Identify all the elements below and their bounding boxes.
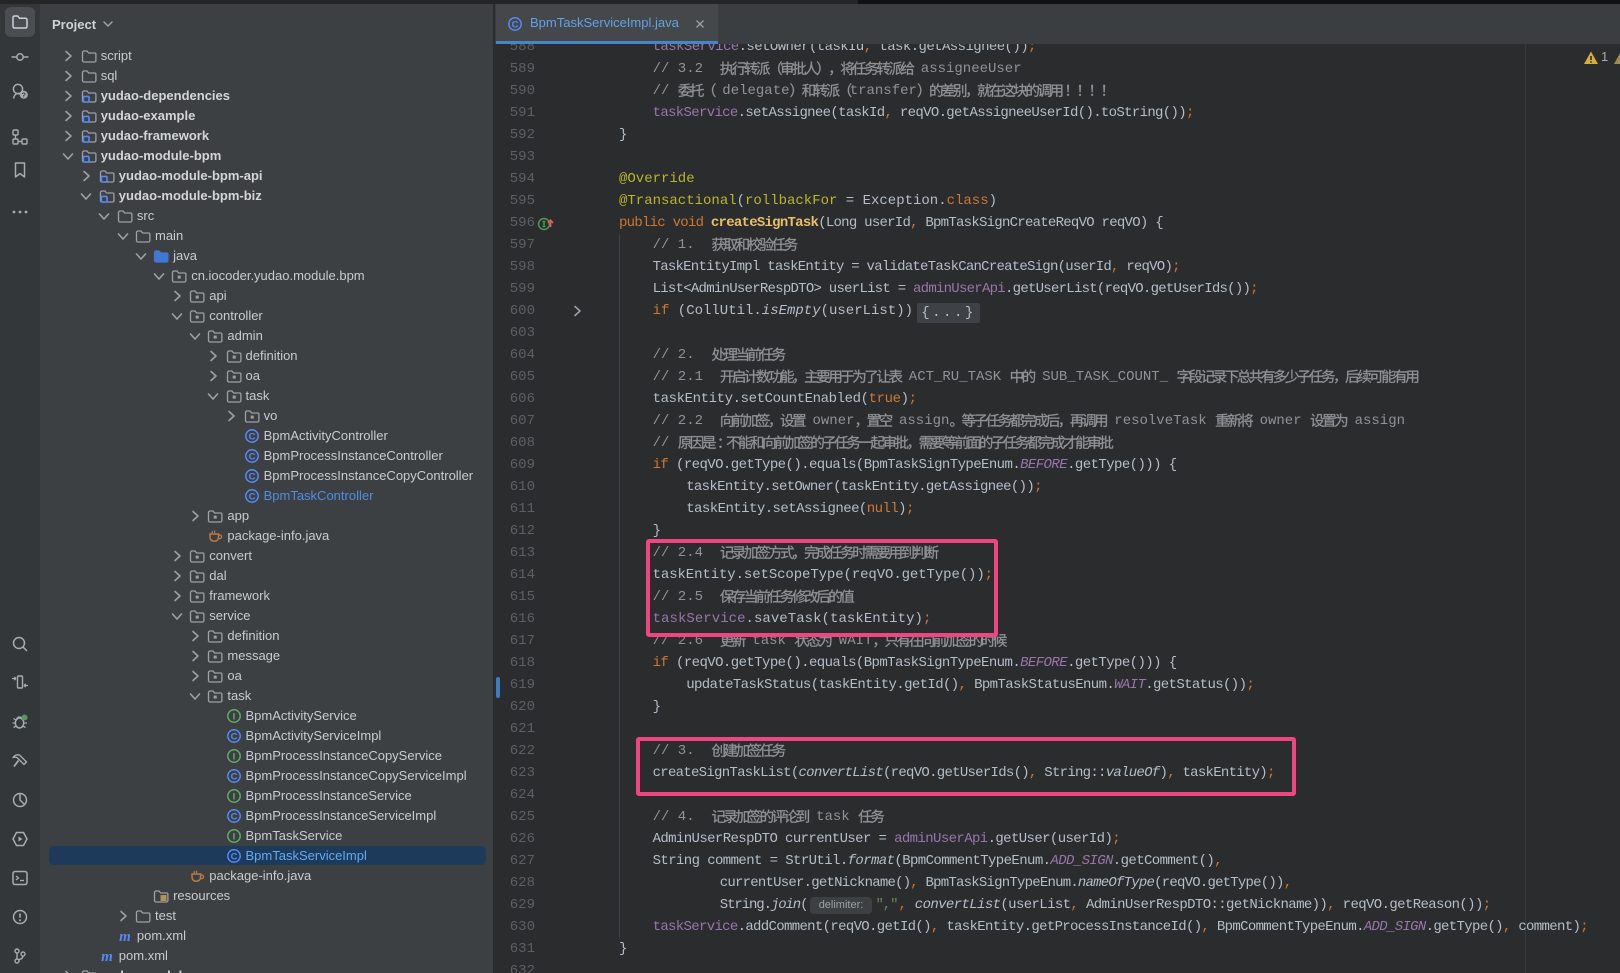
svg-text:C: C: [512, 19, 519, 30]
